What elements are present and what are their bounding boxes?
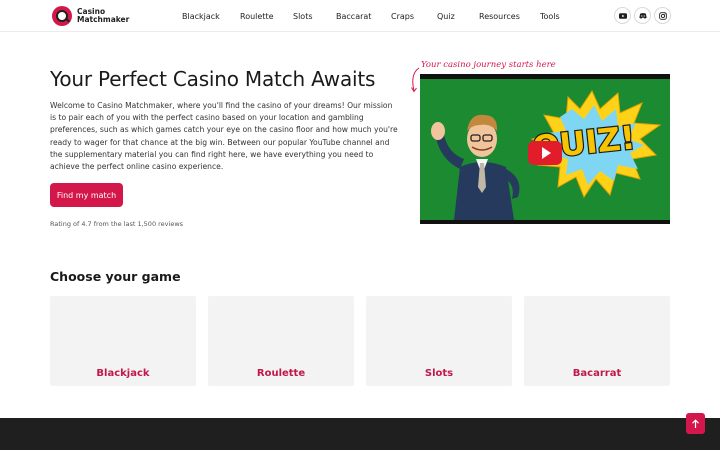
game-card-blackjack[interactable]: Blackjack <box>50 296 196 386</box>
hero-title: Your Perfect Casino Match Awaits <box>50 67 376 91</box>
nav-item-baccarat[interactable]: Baccarat <box>336 12 371 21</box>
nav-item-slots[interactable]: Slots <box>293 12 313 21</box>
choose-game-title: Choose your game <box>50 269 181 284</box>
nav-item-craps[interactable]: Craps <box>391 12 414 21</box>
arrow-up-icon <box>692 418 699 428</box>
game-card-bacarrat[interactable]: Bacarrat <box>524 296 670 386</box>
discord-icon <box>638 12 647 19</box>
logo-text: Casino Matchmaker <box>77 7 130 24</box>
nav-item-roulette[interactable]: Roulette <box>240 12 274 21</box>
play-button[interactable] <box>528 141 562 165</box>
nav-item-resources[interactable]: Resources <box>479 12 520 21</box>
nav-item-tools[interactable]: Tools <box>540 12 560 21</box>
game-card-label: Blackjack <box>96 368 150 379</box>
nav-item-blackjack[interactable]: Blackjack <box>182 12 220 21</box>
site-logo[interactable]: Casino Matchmaker <box>52 6 130 26</box>
back-to-top-button[interactable] <box>686 413 705 434</box>
hero-description: Welcome to Casino Matchmaker, where you'… <box>50 101 398 172</box>
game-card-label: Slots <box>424 368 454 379</box>
discord-link[interactable] <box>634 7 651 24</box>
site-footer <box>0 418 720 450</box>
game-card-label: Bacarrat <box>572 368 622 379</box>
site-header: Casino Matchmaker Blackjack Roulette Slo… <box>0 0 720 32</box>
game-card-roulette[interactable]: Roulette <box>208 296 354 386</box>
instagram-link[interactable] <box>654 7 671 24</box>
video-player[interactable]: QUIZ! <box>420 74 670 224</box>
rating-text: Rating of 4.7 from the last 1,500 review… <box>50 220 184 228</box>
game-card-slots[interactable]: Slots <box>366 296 512 386</box>
logo-icon <box>52 6 72 26</box>
find-my-match-button[interactable]: Find my match <box>50 183 123 207</box>
youtube-link[interactable] <box>614 7 631 24</box>
game-card-label: Roulette <box>256 368 306 379</box>
video-tagline: Your casino journey starts here <box>421 60 556 70</box>
youtube-icon <box>618 12 627 19</box>
nav-item-quiz[interactable]: Quiz <box>437 12 455 21</box>
instagram-icon <box>658 11 667 20</box>
